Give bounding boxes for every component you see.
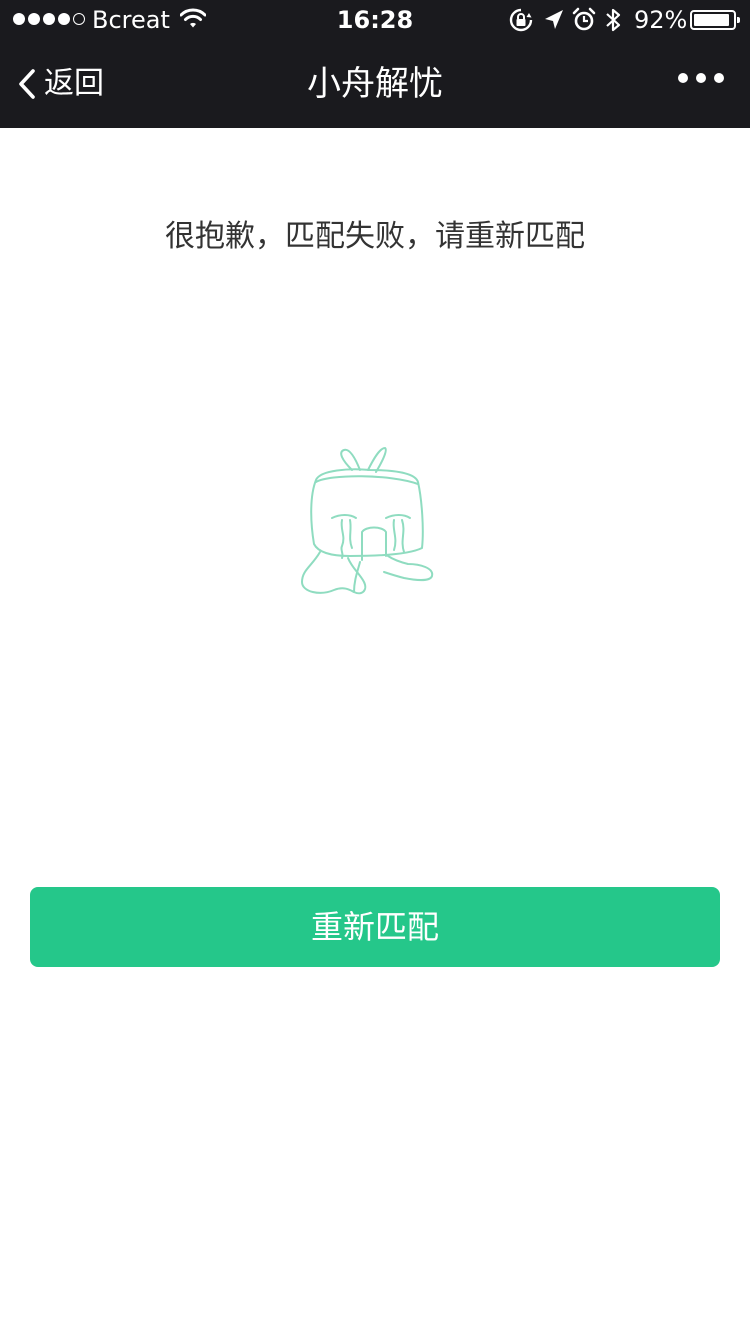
battery-icon (690, 10, 740, 30)
more-dots-icon[interactable] (678, 73, 724, 83)
status-bar: Bcreat 16:28 92% (0, 0, 750, 40)
crying-character-icon (301, 447, 434, 595)
back-label: 返回 (44, 66, 104, 101)
back-button[interactable]: 返回 (18, 62, 104, 106)
bluetooth-icon (606, 8, 621, 32)
orientation-lock-icon (509, 8, 533, 32)
chevron-left-icon (19, 69, 35, 99)
rematch-button[interactable]: 重新匹配 (30, 887, 720, 967)
battery-percent: 92% (634, 6, 688, 34)
page-title: 小舟解忧 (307, 64, 443, 104)
alarm-icon (572, 7, 596, 31)
top-bar: Bcreat 16:28 92% 返回 小舟解忧 (0, 0, 750, 128)
location-arrow-icon (545, 10, 563, 29)
navigation-bar: 返回 小舟解忧 (0, 40, 750, 128)
battery-fill (694, 14, 729, 26)
match-failed-message: 很抱歉，匹配失败，请重新匹配 (165, 219, 585, 254)
